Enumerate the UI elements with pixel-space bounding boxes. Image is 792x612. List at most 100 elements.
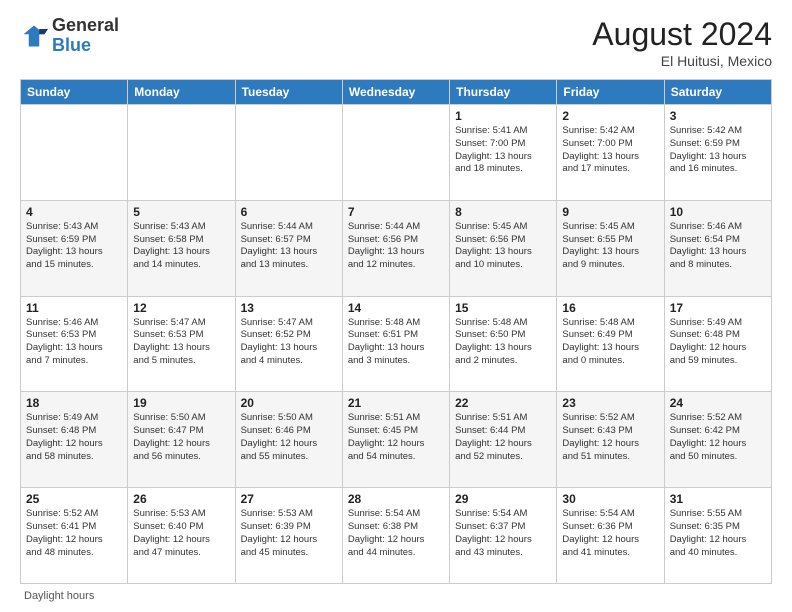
calendar-cell: 21 Sunrise: 5:51 AM Sunset: 6:45 PM Dayli… xyxy=(342,392,449,488)
day-number: 18 xyxy=(26,396,122,410)
calendar-cell: 22Sunrise: 5:51 AM Sunset: 6:44 PM Dayli… xyxy=(450,392,557,488)
day-info: Sunrise: 5:42 AM Sunset: 7:00 PM Dayligh… xyxy=(562,125,658,176)
calendar-week-row: 1Sunrise: 5:41 AM Sunset: 7:00 PM Daylig… xyxy=(21,105,772,201)
day-number: 13 xyxy=(241,301,337,315)
day-info: Sunrise: 5:51 AM Sunset: 6:45 PM Dayligh… xyxy=(348,412,444,463)
day-number: 4 xyxy=(26,205,122,219)
day-info: Sunrise: 5:52 AM Sunset: 6:41 PM Dayligh… xyxy=(26,508,122,559)
day-info: Sunrise: 5:43 AM Sunset: 6:59 PM Dayligh… xyxy=(26,221,122,272)
day-info: Sunrise: 5:44 AM Sunset: 6:56 PM Dayligh… xyxy=(348,221,444,272)
day-number: 28 xyxy=(348,492,444,506)
calendar-cell: 9 Sunrise: 5:45 AM Sunset: 6:55 PM Daylig… xyxy=(557,200,664,296)
day-info: Sunrise: 5:54 AM Sunset: 6:36 PM Dayligh… xyxy=(562,508,658,559)
calendar-week-row: 18 Sunrise: 5:49 AM Sunset: 6:48 PM Dayli… xyxy=(21,392,772,488)
calendar-cell: 13 Sunrise: 5:47 AM Sunset: 6:52 PM Dayli… xyxy=(235,296,342,392)
day-of-week-header: Tuesday xyxy=(235,80,342,105)
calendar-cell: 28Sunrise: 5:54 AM Sunset: 6:38 PM Dayli… xyxy=(342,488,449,584)
day-number: 14 xyxy=(348,301,444,315)
logo: General Blue xyxy=(20,16,119,56)
day-number: 11 xyxy=(26,301,122,315)
day-of-week-header: Sunday xyxy=(21,80,128,105)
calendar-cell xyxy=(342,105,449,201)
day-of-week-header: Saturday xyxy=(664,80,771,105)
calendar-cell: 31 Sunrise: 5:55 AM Sunset: 6:35 PM Dayli… xyxy=(664,488,771,584)
day-info: Sunrise: 5:49 AM Sunset: 6:48 PM Dayligh… xyxy=(26,412,122,463)
day-info: Sunrise: 5:44 AM Sunset: 6:57 PM Dayligh… xyxy=(241,221,337,272)
logo-icon xyxy=(20,22,48,50)
day-number: 21 xyxy=(348,396,444,410)
day-number: 12 xyxy=(133,301,229,315)
day-info: Sunrise: 5:46 AM Sunset: 6:53 PM Dayligh… xyxy=(26,317,122,368)
day-info: Sunrise: 5:50 AM Sunset: 6:47 PM Dayligh… xyxy=(133,412,229,463)
calendar-cell: 18 Sunrise: 5:49 AM Sunset: 6:48 PM Dayli… xyxy=(21,392,128,488)
calendar-cell: 6 Sunrise: 5:44 AM Sunset: 6:57 PM Daylig… xyxy=(235,200,342,296)
day-number: 16 xyxy=(562,301,658,315)
day-number: 6 xyxy=(241,205,337,219)
day-number: 29 xyxy=(455,492,551,506)
calendar-cell: 25 Sunrise: 5:52 AM Sunset: 6:41 PM Dayli… xyxy=(21,488,128,584)
day-of-week-header: Friday xyxy=(557,80,664,105)
calendar-cell: 24 Sunrise: 5:52 AM Sunset: 6:42 PM Dayli… xyxy=(664,392,771,488)
calendar-table: SundayMondayTuesdayWednesdayThursdayFrid… xyxy=(20,79,772,584)
calendar-cell: 10 Sunrise: 5:46 AM Sunset: 6:54 PM Dayli… xyxy=(664,200,771,296)
day-of-week-header: Monday xyxy=(128,80,235,105)
header: General Blue August 2024 El Huitusi, Mex… xyxy=(20,16,772,69)
day-info: Sunrise: 5:52 AM Sunset: 6:43 PM Dayligh… xyxy=(562,412,658,463)
day-info: Sunrise: 5:51 AM Sunset: 6:44 PM Dayligh… xyxy=(455,412,551,463)
calendar-cell xyxy=(128,105,235,201)
calendar-cell: 4 Sunrise: 5:43 AM Sunset: 6:59 PM Daylig… xyxy=(21,200,128,296)
calendar-cell: 1Sunrise: 5:41 AM Sunset: 7:00 PM Daylig… xyxy=(450,105,557,201)
day-info: Sunrise: 5:43 AM Sunset: 6:58 PM Dayligh… xyxy=(133,221,229,272)
day-info: Sunrise: 5:46 AM Sunset: 6:54 PM Dayligh… xyxy=(670,221,766,272)
day-number: 26 xyxy=(133,492,229,506)
day-info: Sunrise: 5:47 AM Sunset: 6:52 PM Dayligh… xyxy=(241,317,337,368)
day-number: 31 xyxy=(670,492,766,506)
calendar-cell: 27 Sunrise: 5:53 AM Sunset: 6:39 PM Dayli… xyxy=(235,488,342,584)
day-number: 8 xyxy=(455,205,551,219)
calendar-week-row: 11 Sunrise: 5:46 AM Sunset: 6:53 PM Dayli… xyxy=(21,296,772,392)
day-number: 20 xyxy=(241,396,337,410)
day-number: 25 xyxy=(26,492,122,506)
day-number: 19 xyxy=(133,396,229,410)
day-info: Sunrise: 5:45 AM Sunset: 6:56 PM Dayligh… xyxy=(455,221,551,272)
day-info: Sunrise: 5:53 AM Sunset: 6:39 PM Dayligh… xyxy=(241,508,337,559)
calendar-cell: 20 Sunrise: 5:50 AM Sunset: 6:46 PM Dayli… xyxy=(235,392,342,488)
calendar-cell: 29Sunrise: 5:54 AM Sunset: 6:37 PM Dayli… xyxy=(450,488,557,584)
day-number: 2 xyxy=(562,109,658,123)
calendar-cell: 14 Sunrise: 5:48 AM Sunset: 6:51 PM Dayli… xyxy=(342,296,449,392)
calendar-header-row: SundayMondayTuesdayWednesdayThursdayFrid… xyxy=(21,80,772,105)
day-number: 24 xyxy=(670,396,766,410)
day-number: 23 xyxy=(562,396,658,410)
day-number: 27 xyxy=(241,492,337,506)
calendar-cell: 23 Sunrise: 5:52 AM Sunset: 6:43 PM Dayli… xyxy=(557,392,664,488)
day-info: Sunrise: 5:52 AM Sunset: 6:42 PM Dayligh… xyxy=(670,412,766,463)
day-number: 9 xyxy=(562,205,658,219)
calendar-week-row: 25 Sunrise: 5:52 AM Sunset: 6:41 PM Dayli… xyxy=(21,488,772,584)
calendar-cell: 11 Sunrise: 5:46 AM Sunset: 6:53 PM Dayli… xyxy=(21,296,128,392)
day-info: Sunrise: 5:42 AM Sunset: 6:59 PM Dayligh… xyxy=(670,125,766,176)
calendar-cell: 7Sunrise: 5:44 AM Sunset: 6:56 PM Daylig… xyxy=(342,200,449,296)
calendar-cell: 5 Sunrise: 5:43 AM Sunset: 6:58 PM Daylig… xyxy=(128,200,235,296)
calendar-cell: 19 Sunrise: 5:50 AM Sunset: 6:47 PM Dayli… xyxy=(128,392,235,488)
daylight-label: Daylight hours xyxy=(24,590,94,602)
day-info: Sunrise: 5:45 AM Sunset: 6:55 PM Dayligh… xyxy=(562,221,658,272)
day-info: Sunrise: 5:53 AM Sunset: 6:40 PM Dayligh… xyxy=(133,508,229,559)
calendar-cell: 3 Sunrise: 5:42 AM Sunset: 6:59 PM Daylig… xyxy=(664,105,771,201)
logo-line2: Blue xyxy=(52,36,119,56)
day-info: Sunrise: 5:50 AM Sunset: 6:46 PM Dayligh… xyxy=(241,412,337,463)
day-number: 10 xyxy=(670,205,766,219)
day-number: 5 xyxy=(133,205,229,219)
day-info: Sunrise: 5:48 AM Sunset: 6:51 PM Dayligh… xyxy=(348,317,444,368)
title-block: August 2024 El Huitusi, Mexico xyxy=(592,16,772,69)
calendar-cell: 15 Sunrise: 5:48 AM Sunset: 6:50 PM Dayli… xyxy=(450,296,557,392)
calendar-cell: 12Sunrise: 5:47 AM Sunset: 6:53 PM Dayli… xyxy=(128,296,235,392)
calendar-cell xyxy=(235,105,342,201)
day-number: 30 xyxy=(562,492,658,506)
day-info: Sunrise: 5:48 AM Sunset: 6:50 PM Dayligh… xyxy=(455,317,551,368)
calendar-cell: 26 Sunrise: 5:53 AM Sunset: 6:40 PM Dayli… xyxy=(128,488,235,584)
day-info: Sunrise: 5:55 AM Sunset: 6:35 PM Dayligh… xyxy=(670,508,766,559)
calendar-week-row: 4 Sunrise: 5:43 AM Sunset: 6:59 PM Daylig… xyxy=(21,200,772,296)
page: General Blue August 2024 El Huitusi, Mex… xyxy=(0,0,792,612)
day-number: 15 xyxy=(455,301,551,315)
day-number: 3 xyxy=(670,109,766,123)
